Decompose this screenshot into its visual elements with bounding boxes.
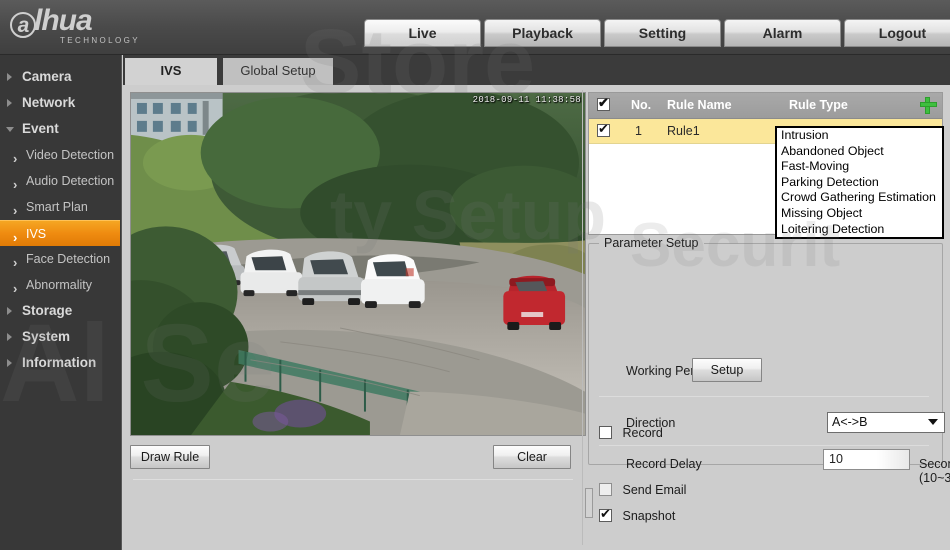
clear-rule-button[interactable]: Clear [493,445,571,469]
working-period-setup-button[interactable]: Setup [692,358,762,382]
record-delay-label: Record Delay [626,457,702,471]
row-checkbox[interactable] [597,121,610,137]
sidebar-nav: Camera Network Event › Video Detection › A… [0,55,122,550]
logo-wordmark: a lhua [8,6,168,38]
video-preview[interactable]: 2018-09-11 11:38:58 [130,92,586,436]
camera-feed-image [131,93,585,435]
nav-item-setting[interactable]: Setting [604,19,721,47]
sidebar-item-information[interactable]: Information [0,350,121,376]
row-rule-name: Rule1 [667,124,700,138]
nav-item-logout[interactable]: Logout [844,19,950,47]
sidebar-item-event[interactable]: Event [0,116,121,142]
rule-type-dropdown-list[interactable]: Tripwire Intrusion Abandoned Object Fast… [775,126,944,240]
logo-text: lhua [34,4,93,37]
rule-table-header: No. Rule Name Rule Type [589,93,942,119]
sidebar-item-label: Storage [22,303,73,318]
snapshot-row: Snapshot [599,506,676,523]
send-email-row: Send Email [599,483,686,497]
panel-edge-marker [585,488,593,518]
record-delay-unit: Second (10~300) [919,457,950,485]
select-all-checkbox[interactable] [597,95,610,111]
sidebar-item-ivs[interactable]: › IVS [0,220,120,246]
dropdown-option-fast-moving[interactable]: Fast-Moving [777,159,942,175]
tab-global-setup[interactable]: Global Setup [223,58,333,85]
send-email-label: Send Email [622,483,687,497]
dropdown-option-intrusion[interactable]: Intrusion [777,128,942,144]
top-bar: a lhua TECHNOLOGY Live Playback Setting A… [0,0,950,55]
dropdown-option-loitering-detection[interactable]: Loitering Detection [777,222,942,238]
divider [133,479,573,480]
triangle-down-icon [6,127,14,136]
sidebar-item-label: Event [22,121,59,136]
dropdown-option-parking-detection[interactable]: Parking Detection [777,175,942,191]
sidebar-item-label: Camera [22,69,72,84]
video-timestamp: 2018-09-11 11:38:58 [472,95,581,105]
sidebar-item-face-detection[interactable]: › Face Detection [0,246,121,272]
add-rule-icon[interactable] [920,97,937,114]
logo-circle-a-icon: a [10,12,36,38]
main-nav: Live Playback Setting Alarm Logout [364,19,950,47]
snapshot-label: Snapshot [622,509,676,523]
sidebar-item-label: Video Detection [26,148,115,162]
triangle-right-icon [7,73,12,81]
dropdown-option-missing-object[interactable]: Missing Object [777,206,942,222]
logo-subtitle: TECHNOLOGY [60,36,141,45]
sidebar-item-video-detection[interactable]: › Video Detection [0,142,121,168]
dropdown-option-abandoned-object[interactable]: Abandoned Object [777,144,942,160]
chevron-down-icon [928,419,938,425]
column-header-no: No. [631,98,652,112]
sidebar-item-camera[interactable]: Camera [0,64,121,90]
column-header-rule-type: Rule Type [789,98,848,112]
sidebar-item-label: Face Detection [26,252,111,266]
divider [599,396,929,397]
sidebar-item-label: Abnormality [26,278,92,292]
dahua-logo: a lhua TECHNOLOGY [8,6,168,48]
tab-ivs[interactable]: IVS [125,58,217,85]
triangle-right-icon [7,333,12,341]
record-row: Record [599,426,663,440]
panel-divider [582,90,583,545]
record-checkbox[interactable] [599,426,612,439]
nav-item-alarm[interactable]: Alarm [724,19,841,47]
record-label: Record [622,426,663,440]
draw-rule-button[interactable]: Draw Rule [130,445,210,469]
sidebar-item-storage[interactable]: Storage [0,298,121,324]
triangle-right-icon [7,99,12,107]
sidebar-item-audio-detection[interactable]: › Audio Detection [0,168,121,194]
sidebar-item-system[interactable]: System [0,324,121,350]
sidebar-item-abnormality[interactable]: › Abnormality [0,272,121,298]
column-header-rule-name: Rule Name [667,98,732,112]
dahua-ivs-config-page: a lhua TECHNOLOGY Live Playback Setting A… [0,0,950,550]
sidebar-item-label: System [22,329,71,344]
sidebar-item-label: Audio Detection [26,174,115,188]
sidebar-item-label: Information [22,355,97,370]
divider [599,445,929,446]
dropdown-option-crowd-gathering-estimation[interactable]: Crowd Gathering Estimation [777,190,942,206]
triangle-right-icon [7,359,12,367]
nav-item-playback[interactable]: Playback [484,19,601,47]
sidebar-item-network[interactable]: Network [0,90,121,116]
direction-value: A<->B [832,415,868,429]
sidebar-item-smart-plan[interactable]: › Smart Plan [0,194,121,220]
parameter-setup-legend: Parameter Setup [599,236,704,250]
direction-select[interactable]: A<->B [827,412,945,433]
snapshot-checkbox[interactable] [599,506,612,522]
send-email-checkbox[interactable] [599,483,612,496]
sidebar-item-label: Network [22,95,76,110]
tab-strip: IVS Global Setup [123,55,950,85]
sidebar-item-label: IVS [26,227,47,241]
nav-item-live[interactable]: Live [364,19,481,47]
record-delay-input[interactable]: 10 [823,449,910,470]
triangle-right-icon [7,307,12,315]
sidebar-item-label: Smart Plan [26,200,88,214]
row-no: 1 [635,124,642,138]
